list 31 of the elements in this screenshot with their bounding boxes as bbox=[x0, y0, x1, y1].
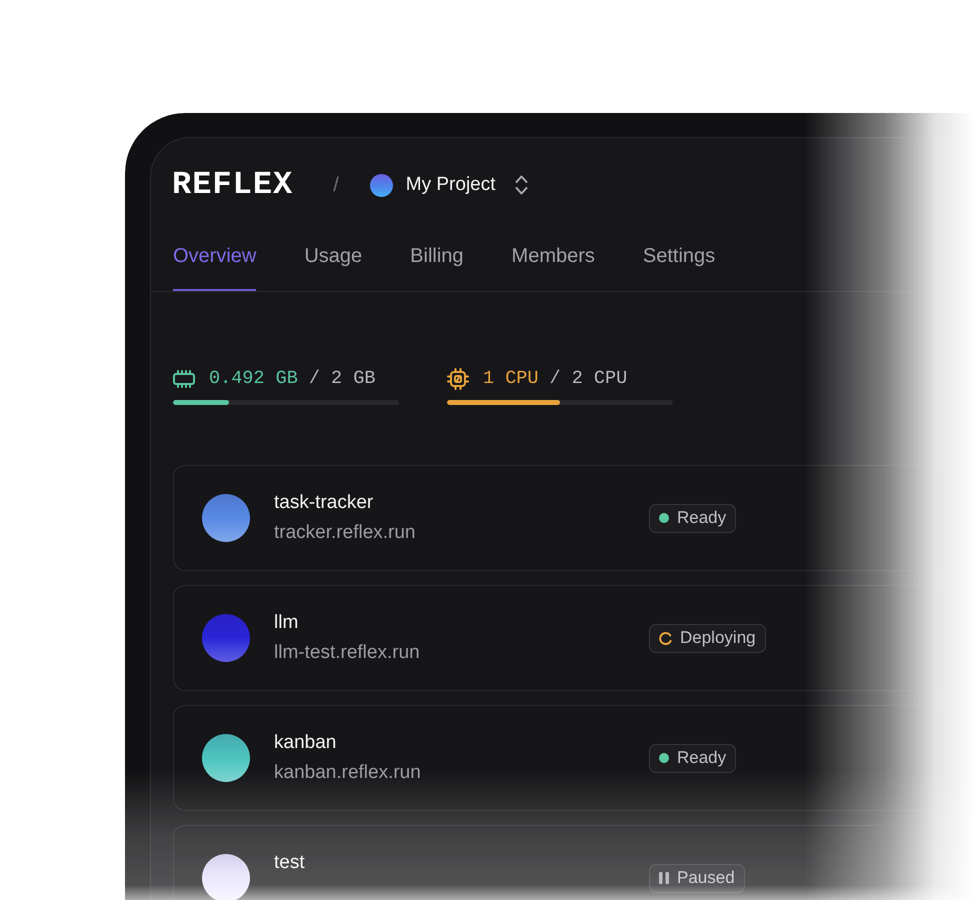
app-url: kanban.reflex.run bbox=[274, 761, 421, 785]
memory-chip-icon bbox=[173, 370, 195, 388]
project-switcher[interactable]: My Project bbox=[406, 173, 528, 197]
app-url: llm-test.reflex.run bbox=[274, 641, 420, 665]
status-label: Paused bbox=[677, 868, 735, 888]
app-name: kanban bbox=[274, 731, 338, 755]
app-url: tracker.reflex.run bbox=[274, 521, 416, 545]
project-avatar-icon bbox=[370, 174, 393, 196]
spinner-icon bbox=[659, 632, 672, 644]
usage-value: 1 CPU bbox=[483, 368, 539, 390]
usage-limit: / 2 GB bbox=[308, 368, 376, 390]
status-dot-icon bbox=[659, 753, 669, 763]
tab[interactable]: Usage bbox=[304, 244, 362, 291]
app-name: task-tracker bbox=[274, 491, 374, 515]
tab[interactable]: Members bbox=[512, 244, 595, 291]
status-dot-icon bbox=[659, 513, 669, 523]
status-label: Ready bbox=[677, 508, 726, 528]
app-name: llm bbox=[274, 611, 300, 635]
chevrons-up-down-icon bbox=[514, 175, 528, 195]
status-label: Ready bbox=[677, 748, 726, 768]
cpu-chip-icon bbox=[447, 368, 469, 390]
tab[interactable]: Billing bbox=[410, 244, 464, 291]
pause-icon bbox=[659, 872, 669, 884]
tab[interactable]: Overview bbox=[173, 244, 256, 291]
usage-value: 0.492 GB bbox=[209, 368, 298, 390]
usage-limit: / 2 CPU bbox=[550, 368, 628, 390]
logo-text: REFLEX bbox=[172, 167, 294, 203]
tab[interactable]: Settings bbox=[642, 244, 716, 291]
status-label: Deploying bbox=[680, 628, 756, 648]
breadcrumb-separator: / bbox=[333, 174, 339, 196]
app-name: test bbox=[274, 851, 305, 875]
